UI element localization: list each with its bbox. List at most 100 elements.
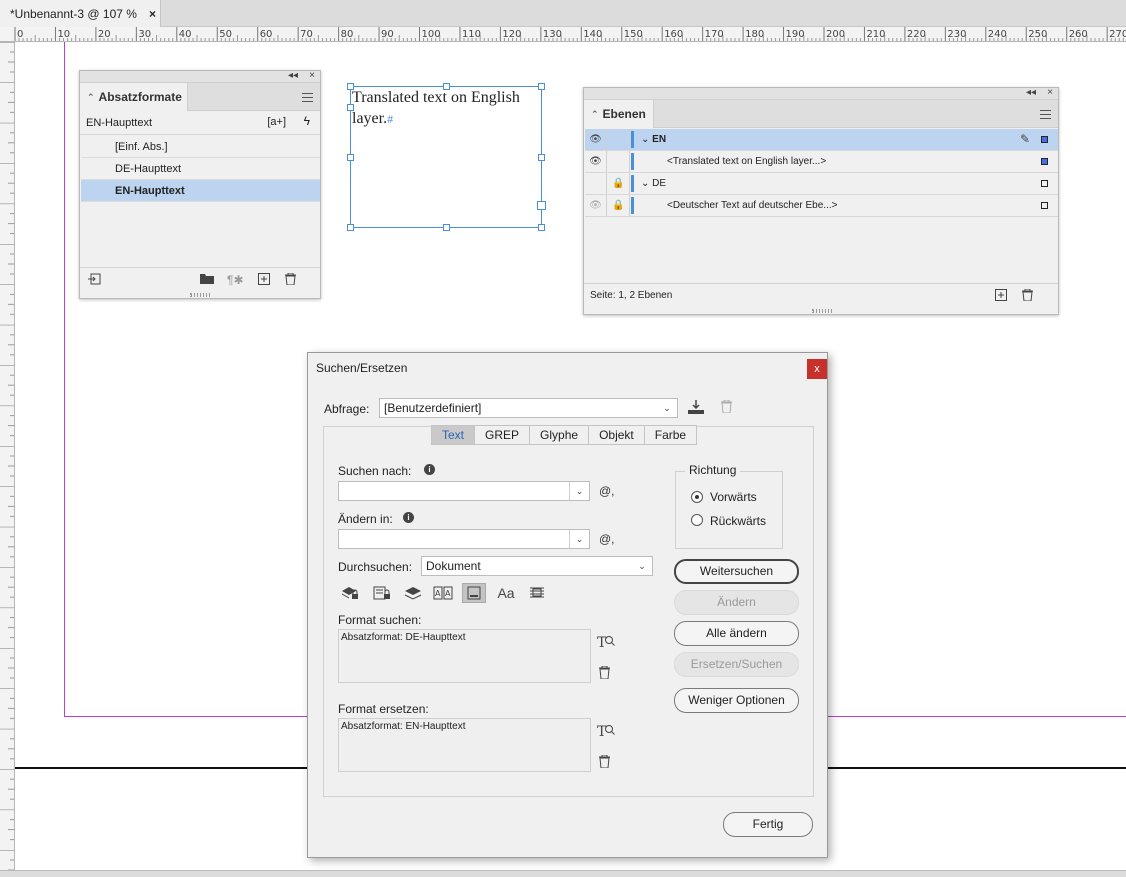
text-frame[interactable]: Translated text on English layer.# [347,83,546,231]
chevron-down-icon[interactable]: ⌄ [569,482,589,500]
resize-grip[interactable] [812,309,832,313]
panel-menu-icon[interactable] [1040,110,1051,119]
change-find-button[interactable]: Ersetzen/Suchen [674,652,799,677]
master-pages-icon[interactable]: AA [431,583,455,603]
clear-overrides-icon[interactable]: ϟ [304,114,310,128]
expand-chevron-icon[interactable]: ⌃ [87,92,95,103]
close-panel-icon[interactable]: × [309,70,315,81]
tab-layers[interactable]: ⌃ Ebenen [584,100,654,128]
change-field[interactable]: ⌄ [338,529,590,549]
specify-format-replace-icon[interactable]: T [597,722,615,741]
done-button[interactable]: Fertig [723,812,813,837]
direction-backward-radio[interactable] [691,514,703,526]
resize-handle[interactable] [347,224,354,231]
save-query-icon[interactable] [688,400,704,417]
resize-handle[interactable] [347,154,354,161]
new-style-icon[interactable] [258,273,270,288]
ruler-origin[interactable] [0,27,15,42]
panel-title-bar[interactable]: ◂◂ × [80,70,320,83]
collapse-panel-icon[interactable]: ◂◂ [1026,87,1036,98]
expand-chevron-icon[interactable]: ⌃ [591,109,599,120]
specify-format-find-icon[interactable]: T [597,633,615,652]
tab-glyph[interactable]: Glyphe [530,425,590,445]
find-field[interactable]: ⌄ [338,481,590,501]
direction-backward-label[interactable]: Rückwärts [710,514,766,528]
special-chars-find-icon[interactable]: @, [599,484,615,498]
direction-forward-radio[interactable] [691,491,703,503]
resize-handle[interactable] [538,224,545,231]
fewer-options-button[interactable]: Weniger Optionen [674,688,799,713]
selection-square[interactable] [1041,202,1048,209]
panel-title-bar[interactable]: ◂◂ × [584,87,1058,100]
resize-handle[interactable] [538,83,545,90]
resize-handle[interactable] [347,83,354,90]
change-button[interactable]: Ändern [674,590,799,615]
close-dialog-button[interactable]: x [807,359,827,379]
locked-layers-icon[interactable] [338,583,362,603]
tab-color[interactable]: Farbe [644,425,698,445]
text-frame-content[interactable]: Translated text on English layer.# [351,87,520,130]
layer-name[interactable]: ⌄ DE [641,173,666,194]
search-scope-select[interactable]: Dokument ⌄ [421,556,653,576]
in-port-handle[interactable] [347,104,354,111]
load-styles-icon[interactable] [88,273,101,288]
trash-icon[interactable] [1022,288,1033,304]
visibility-eye-icon[interactable]: 👁 [585,129,607,150]
layer-row-en[interactable]: 👁 ⌄ EN ✎ [585,129,1058,151]
tab-object[interactable]: Objekt [589,425,645,445]
lock-toggle[interactable] [608,151,630,172]
folder-icon[interactable] [200,273,214,287]
case-sensitive-icon[interactable]: Aa [494,583,518,603]
new-layer-icon[interactable] [995,289,1007,304]
visibility-eye-icon[interactable]: 👁 [585,151,607,172]
info-icon[interactable]: i [403,512,414,523]
locked-stories-icon[interactable] [370,583,394,603]
out-port-handle[interactable] [537,201,546,210]
visibility-toggle[interactable] [585,173,607,194]
tab-paragraph-styles[interactable]: ⌃ Absatzformate [80,83,188,111]
vertical-ruler[interactable] [0,42,15,877]
resize-grip[interactable] [190,293,210,297]
chevron-down-icon[interactable]: ⌄ [569,530,589,548]
layer-item-name[interactable]: <Deutscher Text auf deutscher Ebe...> [667,195,837,216]
info-icon[interactable]: i [424,464,435,475]
layer-item-name[interactable]: <Translated text on English layer...> [667,151,826,172]
close-tab-icon[interactable]: × [149,7,156,21]
style-item-en[interactable]: EN-Haupttext [81,180,320,202]
panel-menu-icon[interactable] [302,93,313,102]
selection-square[interactable] [1041,136,1048,143]
trash-icon[interactable] [285,272,296,288]
footnotes-icon[interactable] [462,583,486,603]
horizontal-ruler[interactable]: 0 10 20 30 40 50 60 70 80 90 100 110 120 130 140 150 160… [0,27,1126,42]
lock-icon[interactable]: 🔒 [608,195,630,216]
new-style-from-selection-button[interactable]: [a+] [267,116,286,128]
find-next-button[interactable]: Weitersuchen [674,559,799,584]
lock-toggle[interactable] [608,129,630,150]
resize-handle[interactable] [538,154,545,161]
direction-forward-label[interactable]: Vorwärts [710,490,757,504]
query-select[interactable]: [Benutzerdefiniert] ⌄ [379,398,678,418]
clear-format-replace-icon[interactable] [599,754,610,771]
chevron-down-icon[interactable]: ⌄ [641,134,652,145]
clear-override-icon[interactable]: ¶✱ [227,273,244,287]
layer-name[interactable]: ⌄ EN [641,129,666,150]
document-tab[interactable]: *Unbenannt-3 @ 107 % × [0,0,161,27]
close-panel-icon[interactable]: × [1047,87,1053,98]
format-replace-box[interactable]: Absatzformat: EN-Haupttext [338,718,591,772]
change-all-button[interactable]: Alle ändern [674,621,799,646]
tab-grep[interactable]: GREP [475,425,531,445]
chevron-down-icon[interactable]: ⌄ [641,178,652,189]
clear-format-find-icon[interactable] [599,665,610,682]
collapse-panel-icon[interactable]: ◂◂ [288,70,298,81]
resize-handle[interactable] [443,83,450,90]
special-chars-change-icon[interactable]: @, [599,532,615,546]
selection-square[interactable] [1041,158,1048,165]
lock-icon[interactable]: 🔒 [608,173,630,194]
style-item-basic[interactable]: [Einf. Abs.] [81,136,320,158]
format-find-box[interactable]: Absatzformat: DE-Haupttext [338,629,591,683]
layer-item-row[interactable]: 👁 <Translated text on English layer...> [585,151,1058,173]
hidden-layers-icon[interactable] [401,583,425,603]
resize-handle[interactable] [443,224,450,231]
whole-word-icon[interactable] [525,583,549,603]
layer-row-de[interactable]: 🔒 ⌄ DE [585,173,1058,195]
